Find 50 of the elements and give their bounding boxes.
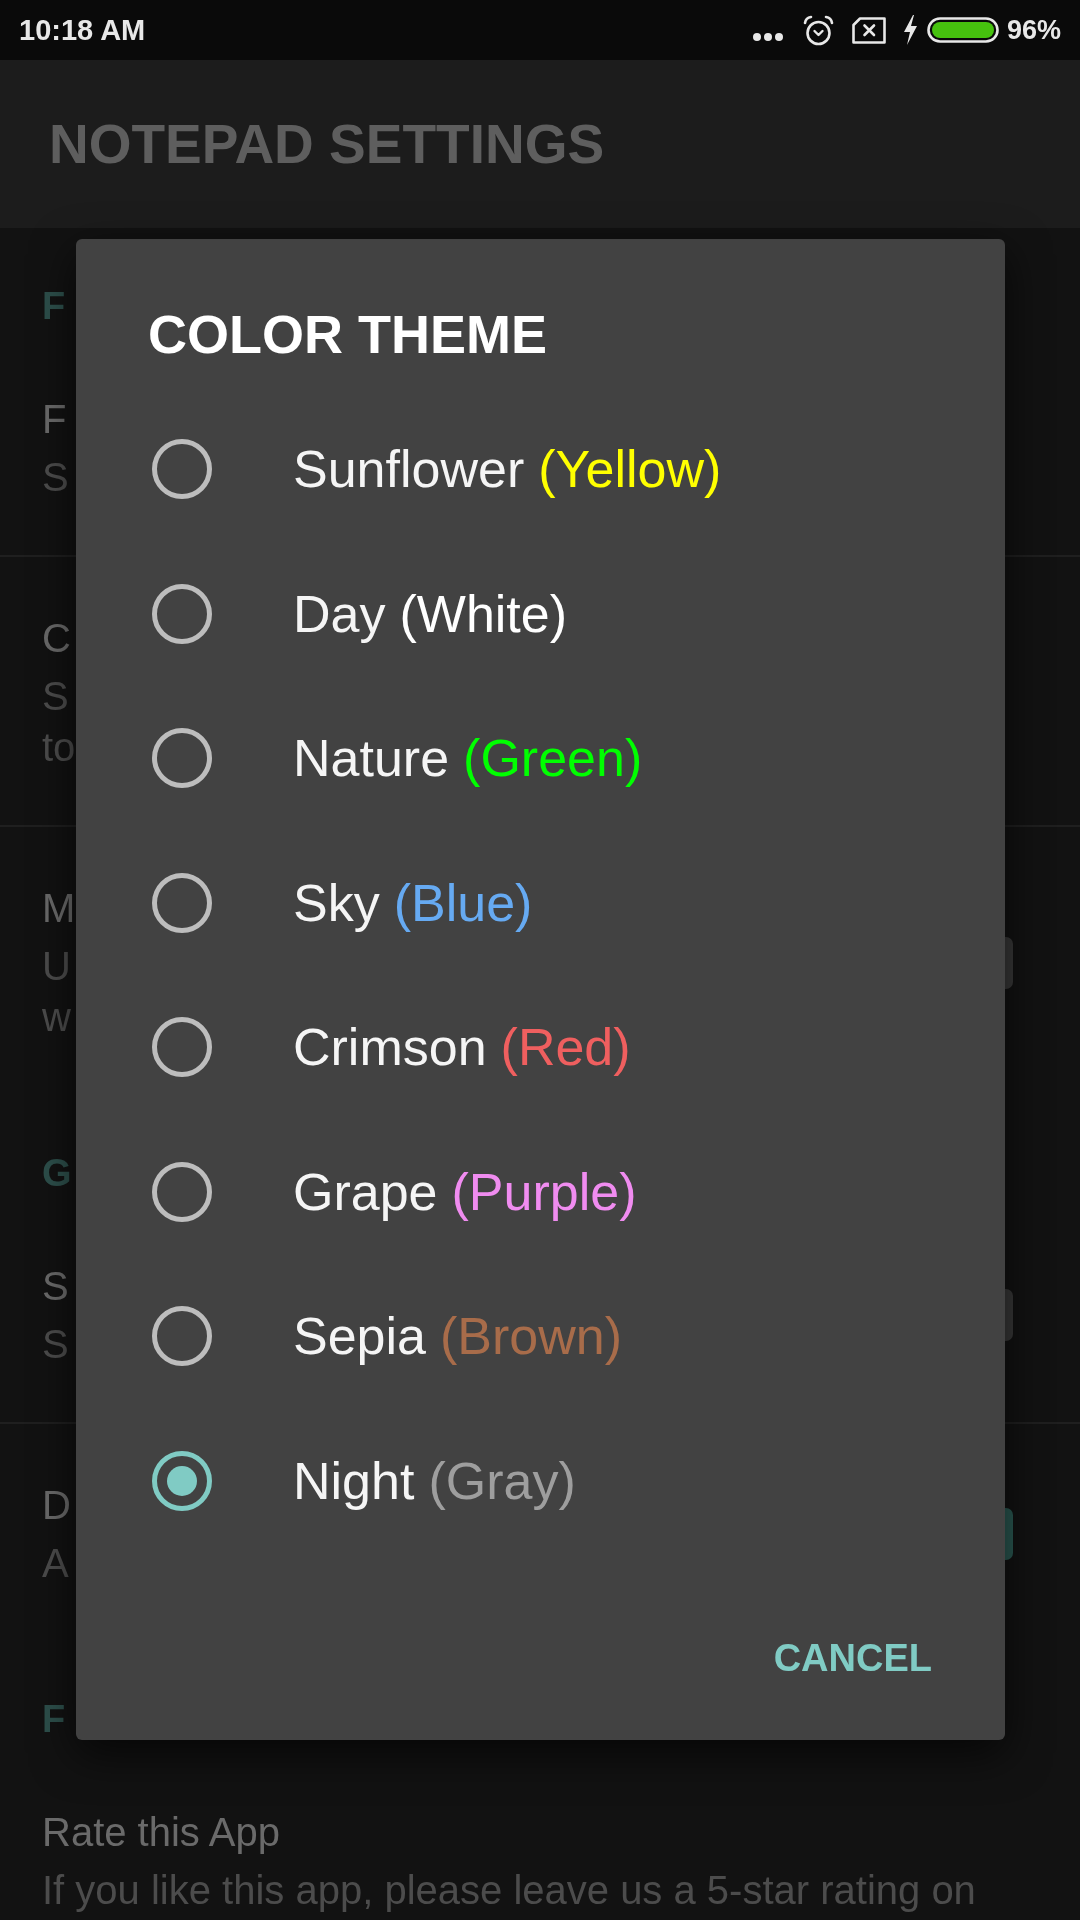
radio-button[interactable] <box>152 872 212 933</box>
color-label: (Brown) <box>440 1306 623 1368</box>
option-label[interactable]: Nature <box>293 727 450 790</box>
option-label[interactable]: Grape <box>293 1160 438 1223</box>
setting-subtitle: to <box>42 724 76 771</box>
option-label[interactable]: Sunflower <box>293 438 525 501</box>
setting-title: C <box>42 615 71 662</box>
dialog-title: COLOR THEME <box>148 304 547 364</box>
color-label: (White) <box>399 583 568 645</box>
app-bar-title: NOTEPAD SETTINGS <box>49 112 605 176</box>
radio-button[interactable] <box>152 439 212 500</box>
radio-button[interactable] <box>152 1017 212 1078</box>
setting-title: F <box>42 396 67 443</box>
setting-title: D <box>42 1482 71 1529</box>
cancel-button[interactable]: CANCEL <box>757 1618 948 1698</box>
color-label: (Blue) <box>393 872 533 934</box>
section-header: G <box>42 1153 72 1193</box>
color-label: (Yellow) <box>538 439 722 501</box>
option-label[interactable]: Sepia <box>293 1305 426 1368</box>
setting-subtitle: A <box>42 1540 69 1587</box>
switch-track[interactable] <box>1005 1289 1013 1341</box>
setting-subtitle: If you like this app, please leave us a 5-star rating on <box>42 1867 976 1914</box>
section-header: F <box>42 1699 66 1739</box>
setting-title: S <box>42 1263 69 1310</box>
three-dots-icon <box>752 33 783 41</box>
radio-button[interactable] <box>152 583 212 644</box>
switch-track[interactable] <box>1005 936 1013 989</box>
radio-button[interactable] <box>152 1450 212 1511</box>
option-label[interactable]: Day <box>293 582 386 645</box>
color-label: (Purple) <box>451 1161 637 1223</box>
color-label: (Gray) <box>428 1450 576 1512</box>
section-header: F <box>42 286 66 326</box>
battery-percent: 96% <box>1006 14 1061 47</box>
card-x-icon <box>851 16 886 44</box>
radio-button[interactable] <box>152 728 212 789</box>
option-label[interactable]: Night <box>293 1449 415 1512</box>
switch-track[interactable] <box>1005 1508 1013 1560</box>
option-label[interactable]: Crimson <box>293 1016 487 1079</box>
radio-button[interactable] <box>152 1306 212 1367</box>
color-label: (Green) <box>463 728 643 790</box>
option-label[interactable]: Sky <box>293 871 380 934</box>
alarm-clock-icon <box>802 14 834 46</box>
status-time: 10:18 AM <box>19 13 146 47</box>
setting-subtitle: w <box>42 994 71 1041</box>
battery-icon <box>926 17 999 43</box>
color-label: (Red) <box>500 1017 631 1079</box>
lightning-bolt-icon <box>901 15 918 45</box>
setting-title: Rate this App <box>42 1809 280 1856</box>
radio-button[interactable] <box>152 1161 212 1222</box>
setting-title: M <box>42 885 76 932</box>
